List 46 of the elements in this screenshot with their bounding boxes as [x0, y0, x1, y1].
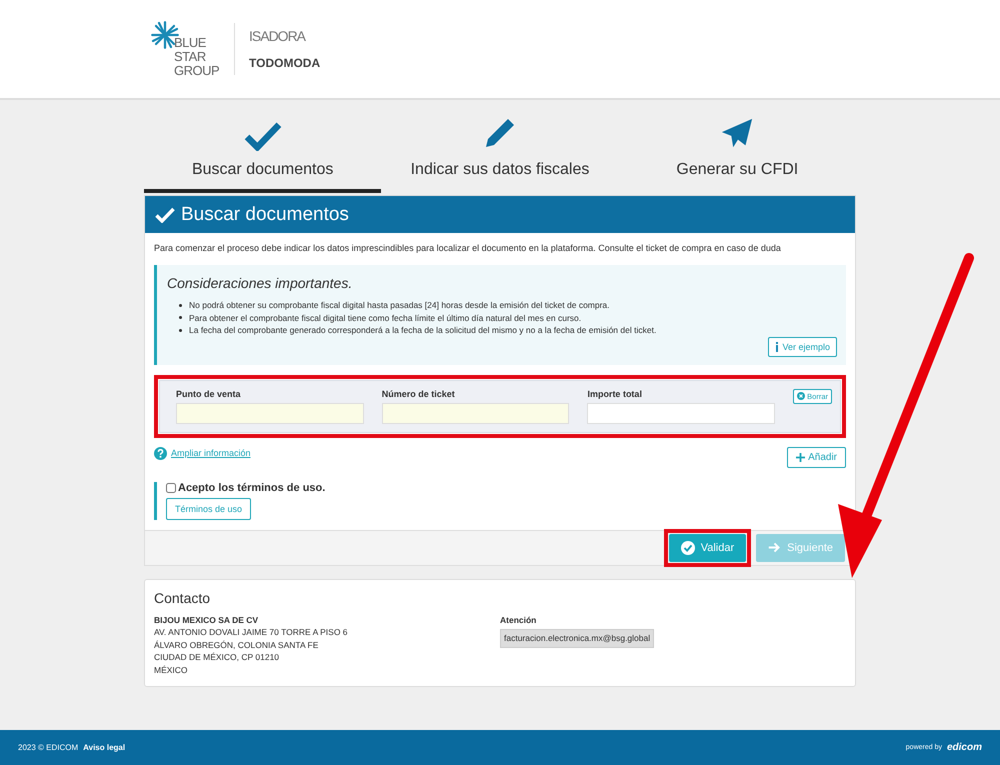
bullet-icon	[179, 304, 182, 307]
info-icon	[775, 342, 780, 352]
field-label: Importe total	[587, 388, 643, 398]
panel-title: Buscar documentos	[181, 204, 349, 226]
attention-label: Atención	[500, 614, 536, 626]
checkmark-icon	[155, 206, 175, 222]
notice-title: Consideraciones importantes.	[167, 275, 354, 291]
address-line: CIUDAD DE MÉXICO, CP 01210	[154, 651, 280, 664]
checkmark-icon	[244, 121, 282, 151]
brand-logo-text: ISADORA	[249, 28, 307, 44]
bullet-icon	[179, 328, 182, 332]
legal-link[interactable]: Aviso legal	[83, 743, 126, 752]
add-button[interactable]: Añadir	[787, 446, 846, 468]
notice-item: Para obtener el comprobante fiscal digital tiene como fecha límite el último día natural del mes en curso.	[189, 312, 582, 324]
plus-icon	[796, 452, 806, 462]
brand-logo-text: TODOMODA	[249, 56, 320, 70]
email-field[interactable]: facturacion.electronica.mx@bsg.global	[500, 629, 654, 648]
contact-title: Contacto	[154, 590, 212, 606]
intro-text: Para comenzar el proceso debe indicar los datos imprescindibles para localizar el documento en la plataforma. Consulte el ticket de compra en caso de duda	[154, 243, 782, 253]
notice-item: La fecha del comprobante generado corresponderá a la fecha de la solicitud del mismo y no a la fecha de emisión del ticket.	[189, 324, 656, 336]
input-field[interactable]	[176, 402, 364, 424]
terms-checkbox[interactable]	[166, 482, 176, 492]
group-logo-text: BLUE STAR GROUP	[174, 36, 220, 78]
check-circle-icon	[680, 540, 695, 554]
field-label: Punto de venta	[176, 388, 242, 398]
bullet-icon	[179, 316, 182, 320]
step-tab[interactable]: Indicar sus datos fiscales	[381, 116, 619, 193]
step-tab[interactable]: Generar su CFDI	[618, 116, 856, 193]
terms-label: Acepto los términos de uso.	[178, 482, 326, 494]
more-info-link[interactable]: Ampliar información	[171, 448, 251, 458]
address-line: MÉXICO	[154, 664, 188, 676]
example-button[interactable]: Ver ejemplo	[768, 336, 837, 356]
copyright-text: 2023 © EDICOM	[18, 743, 78, 752]
edicom-logo-text: edicom	[946, 742, 982, 753]
validate-button[interactable]: Validar	[668, 534, 746, 562]
help-icon	[154, 446, 167, 460]
address-line: AV. ANTONIO DOVALI JAIME 70 TORRE A PISO 6	[154, 626, 348, 638]
arrow-right-icon	[768, 541, 782, 554]
field-label: Número de ticket	[382, 388, 456, 398]
clear-icon	[797, 392, 806, 400]
input-field[interactable]	[382, 402, 570, 424]
notice-item: No podrá obtener su comprobante fiscal digital hasta pasadas [24] horas desde la emisión del ticket de compra.	[189, 299, 610, 312]
company-name: BIJOU MEXICO SA DE CV	[154, 614, 258, 626]
input-field[interactable]	[587, 402, 776, 424]
address-line: ÁLVARO OBREGÓN, COLONIA SANTA FE	[154, 638, 318, 651]
terms-button[interactable]: Términos de uso	[166, 498, 252, 520]
